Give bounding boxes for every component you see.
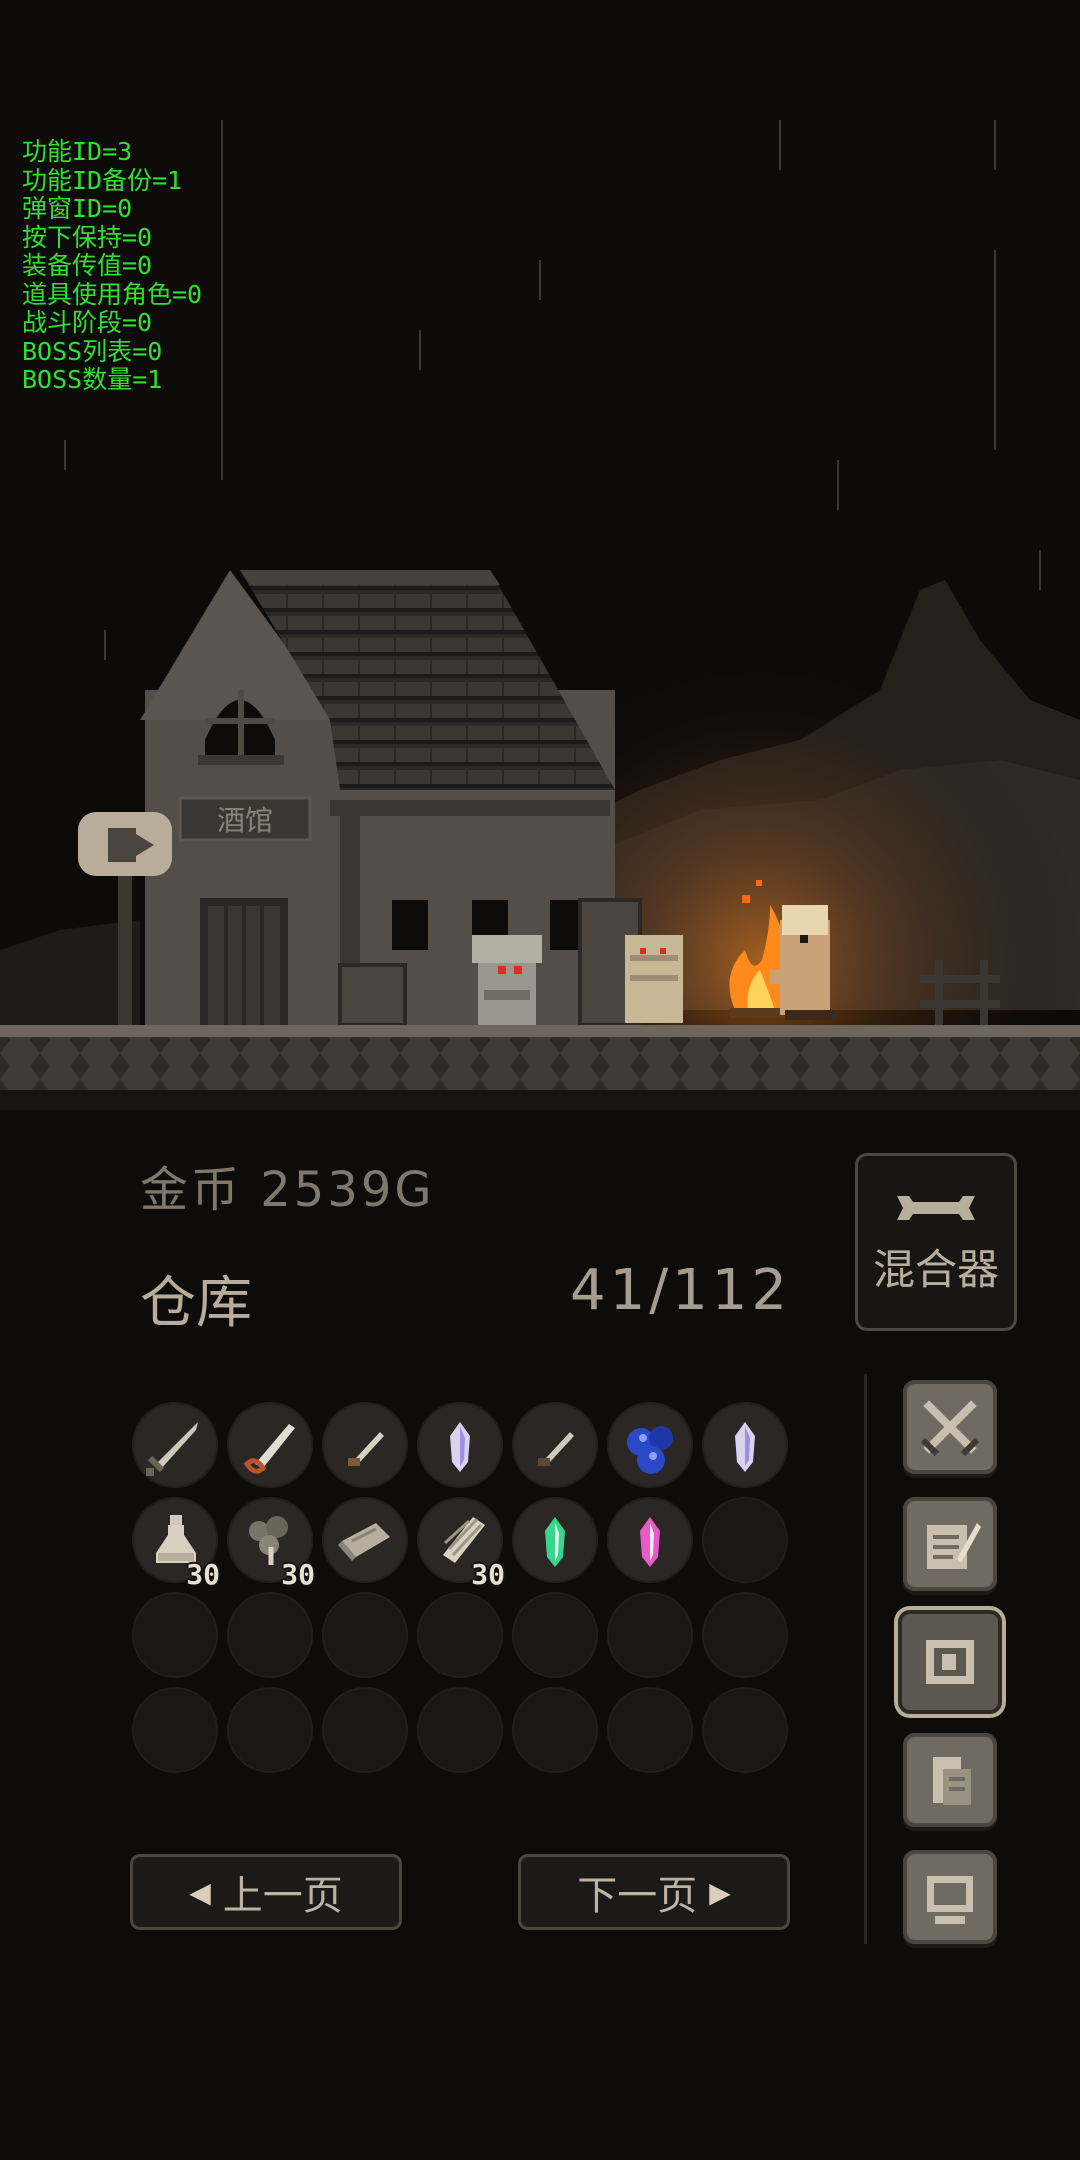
debug-overlay: 功能ID=3 功能ID备份=1 弹窗ID=0 按下保持=0 装备传值=0 道具使… <box>22 137 203 395</box>
inventory-slot[interactable] <box>417 1402 503 1488</box>
inventory-slot[interactable] <box>322 1592 408 1678</box>
blue-orbs-icon <box>627 1426 673 1474</box>
storage-title: 仓库 <box>140 1271 252 1336</box>
quest-log-button[interactable] <box>903 1497 997 1591</box>
inventory-slot[interactable] <box>607 1402 693 1488</box>
arrow-right-icon: ▶ <box>709 1875 731 1909</box>
saw-icon <box>243 1424 295 1474</box>
inventory-slot[interactable] <box>322 1402 408 1488</box>
inventory-slot[interactable] <box>322 1687 408 1773</box>
wrench-icon <box>897 1195 975 1220</box>
debug-line: 功能ID=3 <box>22 137 133 166</box>
inventory-slot[interactable] <box>607 1687 693 1773</box>
inventory-slot[interactable] <box>702 1402 788 1488</box>
system-button[interactable] <box>903 1850 997 1944</box>
inventory-slot[interactable] <box>702 1592 788 1678</box>
inventory-slot[interactable] <box>417 1687 503 1773</box>
debug-line: 战斗阶段=0 <box>22 308 153 337</box>
green-crystal-icon <box>545 1517 565 1567</box>
inventory-slot[interactable] <box>417 1592 503 1678</box>
debug-line: 功能ID备份=1 <box>22 165 183 195</box>
inventory-slot[interactable] <box>512 1592 598 1678</box>
item-quantity: 30 <box>186 1558 220 1591</box>
mixer-label: 混合器 <box>872 1244 999 1294</box>
book-icon <box>933 1757 971 1805</box>
inventory-slot[interactable] <box>512 1687 598 1773</box>
pink-crystal-icon <box>640 1517 660 1567</box>
arrow-left-icon: ◀ <box>189 1875 211 1909</box>
codex-button[interactable] <box>903 1733 997 1827</box>
debug-line: 装备传值=0 <box>22 251 153 280</box>
mixer-button[interactable]: 混合器 <box>855 1153 1017 1331</box>
inventory-slot[interactable] <box>227 1402 313 1488</box>
scroll-icon <box>338 1523 390 1561</box>
item-quantity: 30 <box>471 1558 505 1591</box>
inventory-slot[interactable] <box>227 1592 313 1678</box>
inventory-slot[interactable] <box>132 1687 218 1773</box>
equipment-button[interactable] <box>903 1380 997 1474</box>
storage-tab-button[interactable] <box>898 1610 1002 1714</box>
next-page-label: 下一页 <box>577 1873 698 1919</box>
inventory-slot[interactable] <box>512 1402 598 1488</box>
inventory-slot[interactable]: 30 <box>227 1497 315 1591</box>
inventory-slot[interactable] <box>702 1687 788 1773</box>
knife-icon <box>538 1432 574 1466</box>
storage-count: 41/112 <box>570 1258 792 1323</box>
character-knight <box>472 935 542 1025</box>
character-mummy <box>625 935 683 1023</box>
debug-line: BOSS数量=1 <box>22 365 163 394</box>
prev-page-button[interactable]: ◀ 上一页 <box>130 1854 402 1930</box>
inventory-slot[interactable] <box>512 1497 598 1583</box>
debug-line: BOSS列表=0 <box>22 336 163 366</box>
inventory-slot[interactable]: 30 <box>417 1497 505 1591</box>
next-page-button[interactable]: 下一页 ▶ <box>518 1854 790 1930</box>
white-crystal-icon <box>450 1422 470 1472</box>
sword-icon <box>146 1422 198 1476</box>
inventory-slot[interactable] <box>322 1497 408 1583</box>
sidebar-divider <box>864 1374 867 1944</box>
computer-icon <box>927 1876 973 1924</box>
quill-scroll-icon <box>927 1523 981 1569</box>
tavern-sign: 酒馆 <box>217 804 273 837</box>
debug-line: 弹窗ID=0 <box>22 194 133 223</box>
inventory-slot[interactable] <box>227 1687 313 1773</box>
crossed-swords-icon <box>920 1400 980 1457</box>
inventory-slot[interactable] <box>607 1497 693 1583</box>
white-crystal-icon <box>735 1422 755 1472</box>
inventory-slot[interactable]: 30 <box>132 1497 220 1591</box>
debug-line: 道具使用角色=0 <box>22 279 203 309</box>
inventory-slot[interactable] <box>132 1402 218 1488</box>
inventory-slot[interactable] <box>132 1592 218 1678</box>
inventory-slot[interactable] <box>607 1592 693 1678</box>
prev-page-label: 上一页 <box>222 1873 343 1919</box>
item-quantity: 30 <box>281 1558 315 1591</box>
gold-display: 金币 2539G <box>140 1162 435 1218</box>
debug-line: 按下保持=0 <box>22 222 153 252</box>
storage-icon <box>926 1640 974 1684</box>
dagger-icon <box>348 1432 384 1466</box>
inventory-slot[interactable] <box>702 1497 788 1583</box>
